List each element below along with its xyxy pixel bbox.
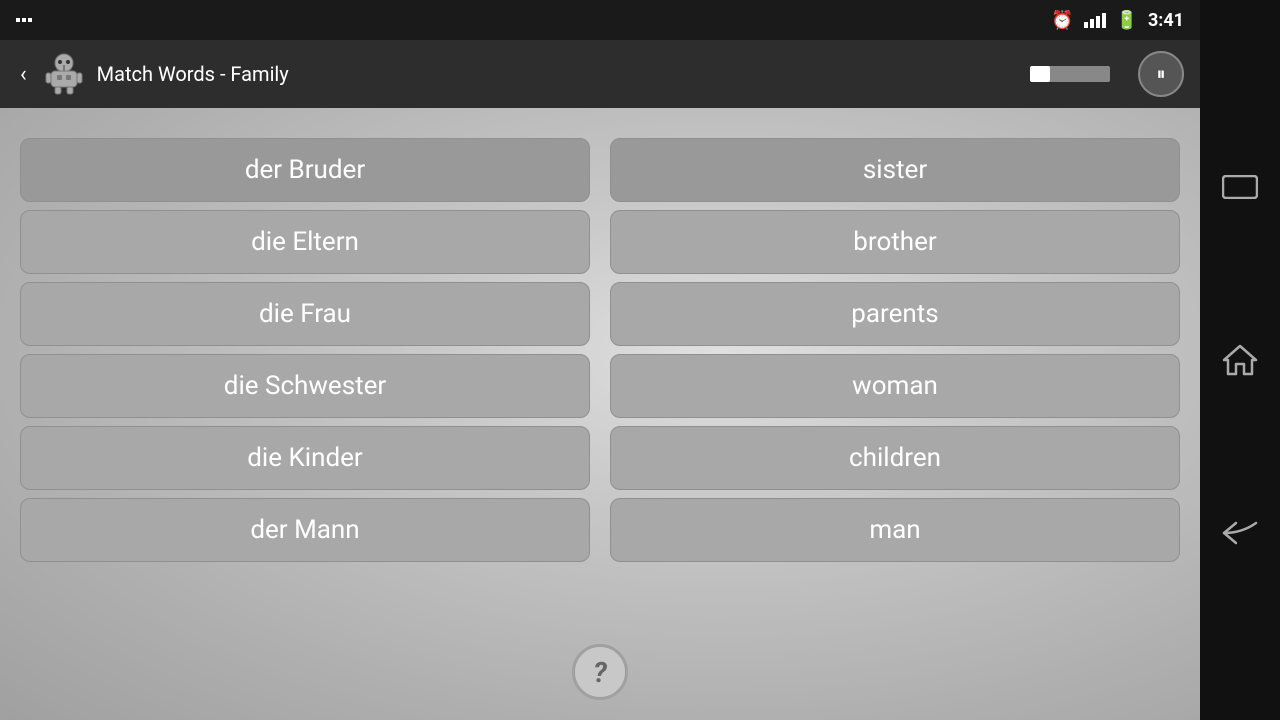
help-button[interactable]: ?	[572, 644, 628, 700]
word-card-parents[interactable]: parents	[610, 282, 1180, 346]
word-card-woman[interactable]: woman	[610, 354, 1180, 418]
back-nav-button[interactable]	[1216, 509, 1264, 557]
signal-icon	[1084, 13, 1106, 28]
left-column: der Bruder die Eltern die Frau die Schwe…	[20, 138, 590, 562]
menu-icon	[16, 18, 32, 22]
app-title: Match Words - Family	[97, 62, 1018, 86]
progress-bar-fill	[1030, 66, 1050, 82]
rectangle-nav-button[interactable]	[1216, 163, 1264, 211]
status-bar-right: ⏰ 🔋 3:41	[1051, 10, 1184, 31]
app-icon	[43, 53, 85, 95]
pause-icon: ⏸	[1157, 64, 1166, 85]
status-bar-left	[16, 18, 32, 22]
word-card-die-kinder[interactable]: die Kinder	[20, 426, 590, 490]
word-card-der-bruder[interactable]: der Bruder	[20, 138, 590, 202]
word-card-der-mann[interactable]: der Mann	[20, 498, 590, 562]
clock-icon: ⏰	[1051, 10, 1073, 31]
battery-icon: 🔋	[1116, 10, 1138, 31]
word-card-children[interactable]: children	[610, 426, 1180, 490]
word-card-die-frau[interactable]: die Frau	[20, 282, 590, 346]
progress-bar	[1030, 66, 1110, 82]
time-display: 3:41	[1148, 10, 1184, 31]
cards-container: der Bruder die Eltern die Frau die Schwe…	[0, 108, 1200, 640]
word-card-sister[interactable]: sister	[610, 138, 1180, 202]
word-card-die-schwester[interactable]: die Schwester	[20, 354, 590, 418]
pause-button[interactable]: ⏸	[1138, 51, 1184, 97]
word-card-die-eltern[interactable]: die Eltern	[20, 210, 590, 274]
back-button[interactable]: ‹	[16, 58, 31, 91]
word-card-brother[interactable]: brother	[610, 210, 1180, 274]
word-card-man[interactable]: man	[610, 498, 1180, 562]
home-nav-button[interactable]	[1216, 336, 1264, 384]
right-column: sister brother parents woman children ma…	[610, 138, 1180, 562]
nav-buttons	[1200, 0, 1280, 720]
app-bar: ‹ Match Words - Family ⏸	[0, 40, 1200, 108]
game-area: der Bruder die Eltern die Frau die Schwe…	[0, 108, 1200, 720]
status-bar: ⏰ 🔋 3:41	[0, 0, 1200, 40]
